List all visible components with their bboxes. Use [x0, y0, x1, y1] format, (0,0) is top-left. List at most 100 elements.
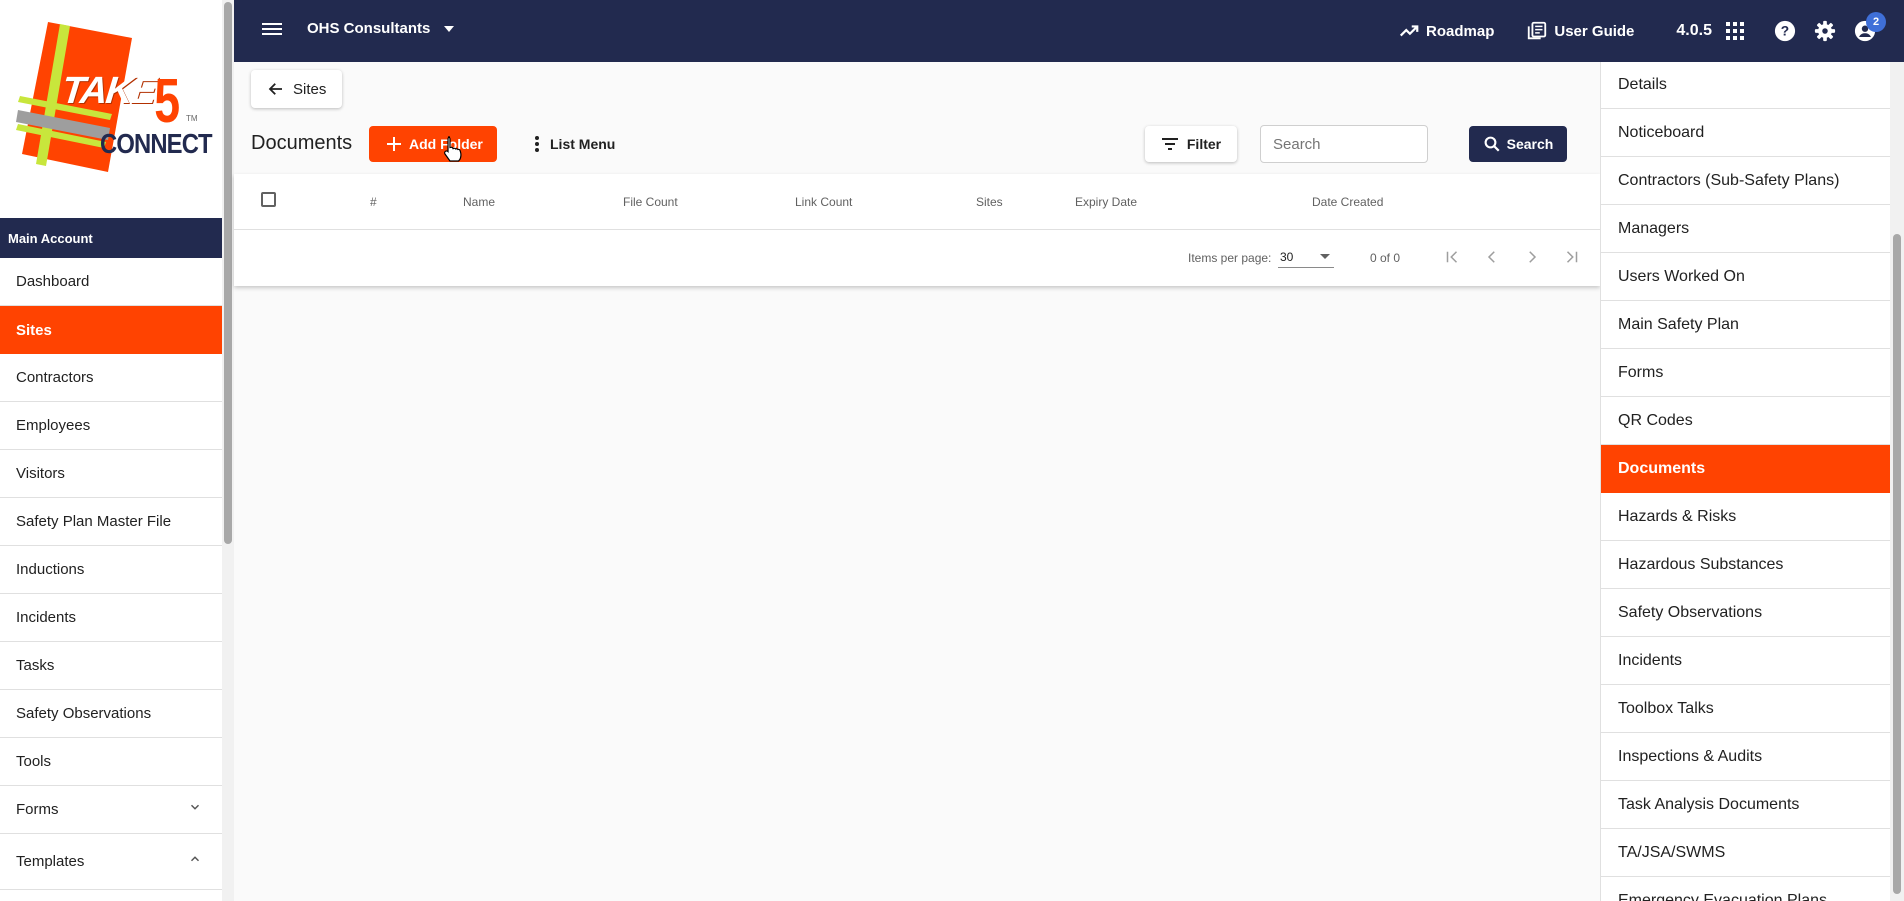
sidebar-scrollbar-thumb[interactable] — [224, 2, 232, 544]
section-nav-main-safety-plan[interactable]: Main Safety Plan — [1601, 301, 1890, 349]
sidebar-item-tasks[interactable]: Tasks — [0, 642, 222, 690]
previous-page-button[interactable] — [1481, 246, 1503, 268]
section-nav-label: Managers — [1618, 219, 1690, 237]
sidebar-item-label: Employees — [16, 417, 91, 434]
section-nav-qr-codes[interactable]: QR Codes — [1601, 397, 1890, 445]
sidebar-scrollbar[interactable] — [222, 0, 234, 901]
section-nav-incidents[interactable]: Incidents — [1601, 637, 1890, 685]
select-all-checkbox[interactable] — [261, 192, 276, 207]
items-per-page-label: Items per page: — [1188, 251, 1272, 265]
sidebar-item-safety-plan-master-file[interactable]: Safety Plan Master File — [0, 498, 222, 546]
account-circle-icon[interactable]: 2 — [1854, 12, 1886, 42]
section-nav-label: Contractors (Sub-Safety Plans) — [1618, 171, 1840, 189]
column-header-file-count[interactable]: File Count — [623, 195, 678, 209]
page-title: Documents — [251, 132, 353, 154]
column-header-name[interactable]: Name — [463, 195, 495, 209]
search-input[interactable] — [1260, 125, 1428, 163]
top-bar: OHS Consultants Roadmap User Guide 4.0.5… — [234, 0, 1904, 62]
logo-text-tm: TM — [186, 114, 198, 123]
user-guide-label: User Guide — [1554, 22, 1635, 40]
plus-icon — [387, 137, 401, 151]
sidebar-item-incidents[interactable]: Incidents — [0, 594, 222, 642]
last-page-button[interactable] — [1561, 246, 1583, 268]
back-button-label: Sites — [293, 80, 327, 98]
roadmap-link[interactable]: Roadmap — [1398, 20, 1494, 42]
list-menu-label: List Menu — [550, 136, 616, 152]
sidebar-item-label: Visitors — [16, 465, 65, 482]
section-nav-label: Inspections & Audits — [1618, 747, 1763, 765]
section-nav-users-worked-on[interactable]: Users Worked On — [1601, 253, 1890, 301]
section-nav-label: Documents — [1618, 460, 1706, 477]
next-page-button[interactable] — [1521, 246, 1543, 268]
section-nav-noticeboard[interactable]: Noticeboard — [1601, 109, 1890, 157]
column-header-expiry-date[interactable]: Expiry Date — [1075, 195, 1137, 209]
section-nav-hazards-risks[interactable]: Hazards & Risks — [1601, 493, 1890, 541]
section-nav-inspections-audits[interactable]: Inspections & Audits — [1601, 733, 1890, 781]
take5-logo[interactable]: TAKE 5 TM CONNECT — [0, 0, 222, 218]
sidebar-item-sites[interactable]: Sites — [0, 306, 222, 354]
table-header: # Name File Count Link Count Sites Expir… — [234, 174, 1600, 230]
arrow-left-icon — [268, 83, 282, 95]
filter-button[interactable]: Filter — [1145, 126, 1237, 162]
sidebar-item-dashboard[interactable]: Dashboard — [0, 258, 222, 306]
search-button[interactable]: Search — [1469, 126, 1567, 162]
section-nav-safety-observations[interactable]: Safety Observations — [1601, 589, 1890, 637]
list-menu-button[interactable]: List Menu — [534, 126, 615, 162]
paginator: Items per page: 30 0 of 0 — [234, 230, 1600, 286]
hamburger-menu-icon[interactable] — [262, 20, 282, 40]
first-page-button[interactable] — [1441, 246, 1463, 268]
section-nav-hazardous-substances[interactable]: Hazardous Substances — [1601, 541, 1890, 589]
section-nav-documents[interactable]: Documents — [1601, 445, 1890, 493]
sidebar-item-employees[interactable]: Employees — [0, 402, 222, 450]
chevron-right-icon — [1529, 251, 1537, 263]
caret-down-icon — [444, 25, 455, 32]
section-nav-toolbox-talks[interactable]: Toolbox Talks — [1601, 685, 1890, 733]
org-selector[interactable]: OHS Consultants — [307, 20, 455, 37]
sidebar-item-label: Dashboard — [16, 273, 90, 290]
section-nav-label: Hazardous Substances — [1618, 555, 1784, 573]
app-version: 4.0.5 — [1676, 22, 1712, 39]
right-panel-scrollbar[interactable] — [1890, 62, 1904, 901]
app-root: TAKE 5 TM CONNECT Main Account Dashboard… — [0, 0, 1904, 901]
section-nav-label: Hazards & Risks — [1618, 507, 1737, 525]
column-header-date-created[interactable]: Date Created — [1312, 195, 1383, 209]
section-nav-contractors-sub-safety-plans[interactable]: Contractors (Sub-Safety Plans) — [1601, 157, 1890, 205]
sidebar-item-label: Incidents — [16, 609, 77, 626]
sidebar-item-templates[interactable]: Templates — [0, 834, 222, 890]
section-nav-task-analysis-documents[interactable]: Task Analysis Documents — [1601, 781, 1890, 829]
account-header: Main Account — [0, 218, 222, 258]
column-header-number[interactable]: # — [370, 195, 377, 209]
settings-gear-icon[interactable] — [1814, 20, 1836, 42]
column-header-link-count[interactable]: Link Count — [795, 195, 852, 209]
sidebar-nav: Dashboard Sites Contractors Employees Vi… — [0, 258, 222, 890]
right-panel-scrollbar-thumb[interactable] — [1893, 234, 1901, 894]
add-folder-button[interactable]: Add Folder — [369, 126, 497, 162]
back-to-sites-button[interactable]: Sites — [251, 70, 343, 108]
page-size-select[interactable]: 30 — [1278, 244, 1334, 268]
sidebar-item-contractors[interactable]: Contractors — [0, 354, 222, 402]
section-nav-details[interactable]: Details — [1601, 62, 1890, 109]
sidebar-item-visitors[interactable]: Visitors — [0, 450, 222, 498]
section-nav-emergency-evacuation-plans[interactable]: Emergency Evacuation Plans — [1601, 877, 1890, 901]
help-icon[interactable]: ? — [1774, 20, 1796, 42]
svg-text:?: ? — [1781, 24, 1789, 39]
main-content: Sites Documents Add Folder List Menu Fil… — [234, 62, 1600, 901]
add-folder-label: Add Folder — [409, 136, 483, 152]
trending-up-icon — [1400, 25, 1419, 37]
left-sidebar: TAKE 5 TM CONNECT Main Account Dashboard… — [0, 0, 222, 901]
sidebar-item-label: Sites — [16, 321, 52, 339]
user-guide-link[interactable]: User Guide — [1526, 20, 1634, 42]
column-header-sites[interactable]: Sites — [976, 195, 1003, 209]
sidebar-item-inductions[interactable]: Inductions — [0, 546, 222, 594]
filter-label: Filter — [1186, 136, 1222, 152]
section-nav-label: Toolbox Talks — [1618, 699, 1714, 717]
section-nav-ta-jsa-swms[interactable]: TA/JSA/SWMS — [1601, 829, 1890, 877]
dropdown-arrow-icon — [1320, 254, 1330, 259]
section-nav-forms[interactable]: Forms — [1601, 349, 1890, 397]
apps-grid-icon[interactable] — [1724, 20, 1746, 42]
sidebar-item-tools[interactable]: Tools — [0, 738, 222, 786]
top-bar-actions: Roadmap User Guide 4.0.5 ? 2 — [1398, 0, 1904, 62]
sidebar-item-safety-observations[interactable]: Safety Observations — [0, 690, 222, 738]
sidebar-item-forms[interactable]: Forms — [0, 786, 222, 834]
section-nav-managers[interactable]: Managers — [1601, 205, 1890, 253]
